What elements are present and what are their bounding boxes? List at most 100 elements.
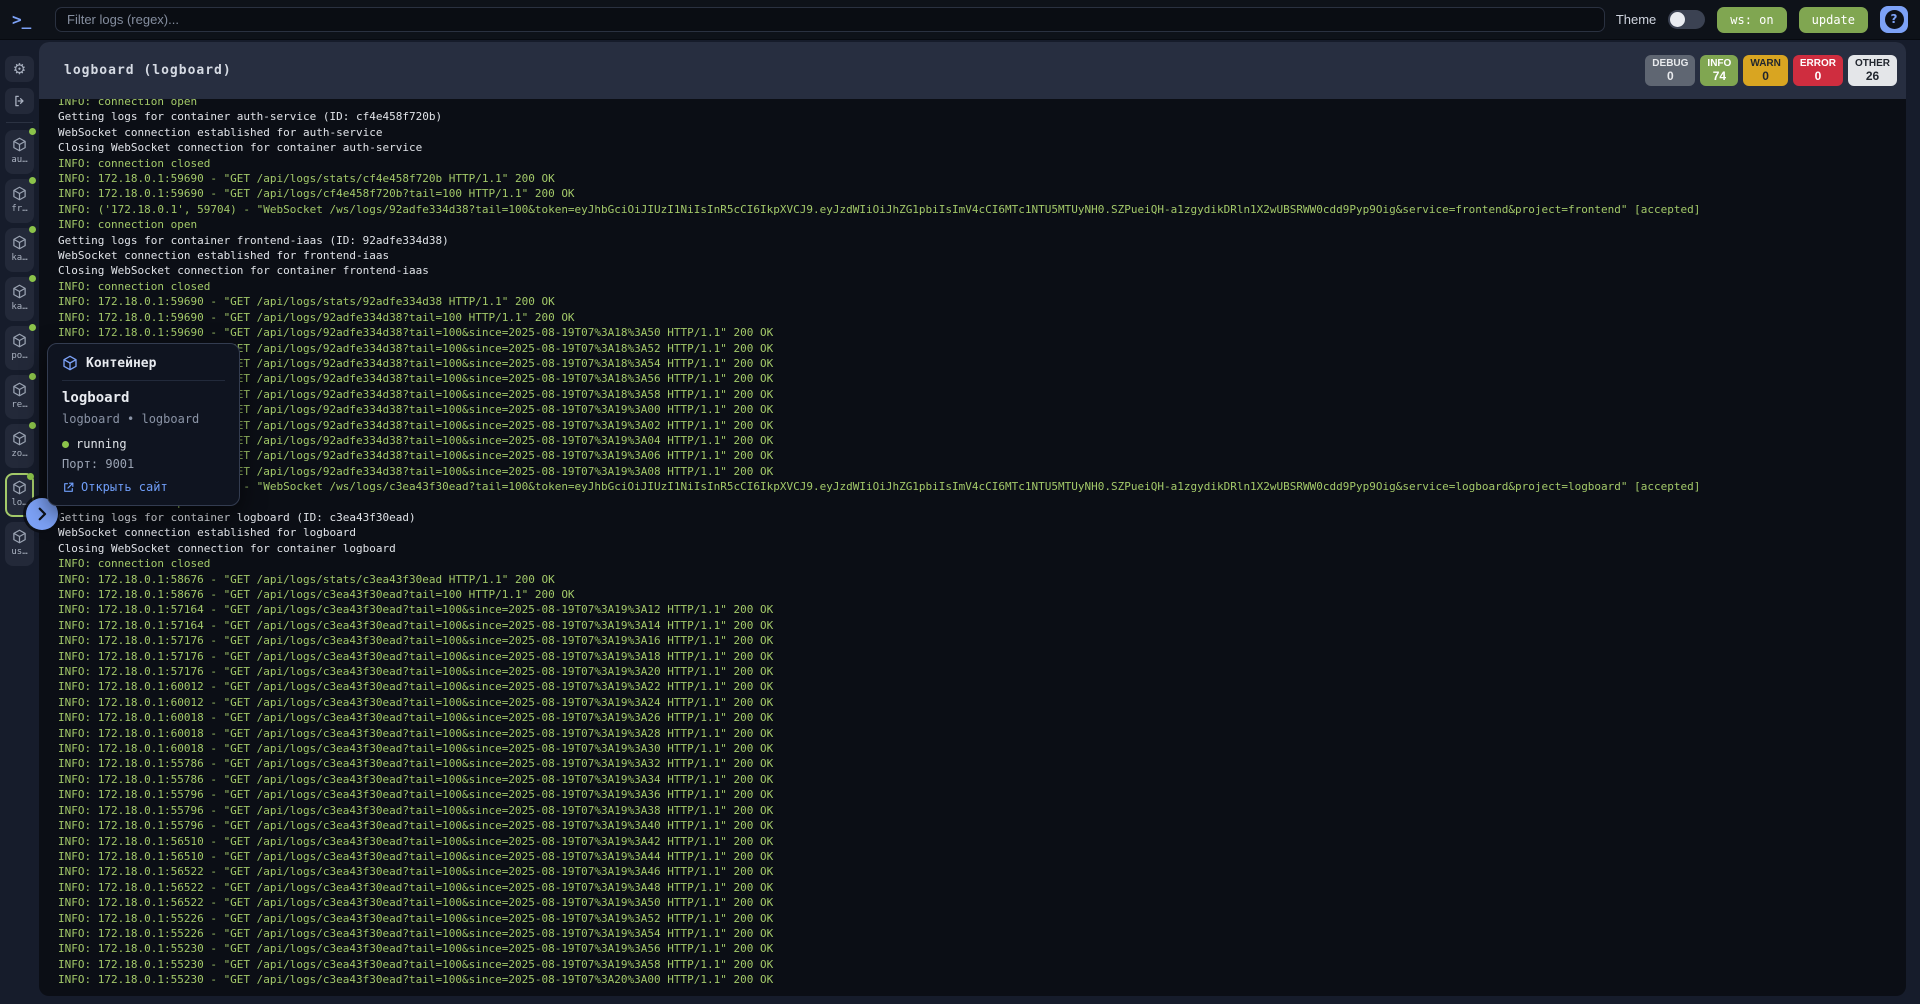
container-label: ka… xyxy=(11,253,27,263)
container-cube-icon xyxy=(12,284,27,299)
container-subtitle: logboard • logboard xyxy=(62,412,225,426)
badge-group: DEBUG 0 INFO 74 WARN 0 ERROR 0 OTHER 26 xyxy=(1645,55,1897,86)
badge-label: WARN xyxy=(1750,58,1781,69)
log-line: INFO: 172.18.0.1:55796 - "GET /api/logs/… xyxy=(58,818,1906,833)
log-area[interactable]: INFO: connection openGetting logs for co… xyxy=(39,99,1906,996)
logout-icon xyxy=(13,94,27,108)
level-badge[interactable]: WARN 0 xyxy=(1743,55,1788,86)
log-line: INFO: connection open xyxy=(58,99,1906,109)
badge-count: 0 xyxy=(1800,69,1836,83)
log-line: INFO: 172.18.0.1:55796 - "GET /api/logs/… xyxy=(58,803,1906,818)
log-line: INFO: 172.18.0.1:59690 - "GET /api/logs/… xyxy=(58,341,1906,356)
update-button[interactable]: update xyxy=(1799,7,1868,33)
log-line: INFO: connection open xyxy=(58,495,1906,510)
log-line: INFO: 172.18.0.1:59690 - "GET /api/logs/… xyxy=(58,171,1906,186)
running-status-dot xyxy=(29,324,36,331)
badge-label: DEBUG xyxy=(1652,58,1688,69)
log-line: WebSocket connection established for aut… xyxy=(58,125,1906,140)
sidebar-container-button[interactable]: po… xyxy=(5,326,34,370)
log-line: INFO: 172.18.0.1:55226 - "GET /api/logs/… xyxy=(58,926,1906,941)
container-label: fr… xyxy=(11,204,27,214)
log-line: INFO: 172.18.0.1:60018 - "GET /api/logs/… xyxy=(58,726,1906,741)
badge-label: OTHER xyxy=(1855,58,1890,69)
log-line: INFO: 172.18.0.1:59690 - "GET /api/logs/… xyxy=(58,464,1906,479)
sidebar-container-button[interactable]: ka… xyxy=(5,277,34,321)
chevron-right-icon xyxy=(33,505,51,523)
badge-count: 0 xyxy=(1652,69,1688,83)
container-cube-icon xyxy=(12,333,27,348)
log-line: INFO: ('172.18.0.1', 58682) - "WebSocket… xyxy=(58,479,1906,494)
running-status-dot xyxy=(62,441,69,448)
logout-button[interactable] xyxy=(5,88,34,114)
log-line: Getting logs for container auth-service … xyxy=(58,109,1906,124)
log-line: INFO: 172.18.0.1:58676 - "GET /api/logs/… xyxy=(58,587,1906,602)
log-line: INFO: 172.18.0.1:56510 - "GET /api/logs/… xyxy=(58,849,1906,864)
log-line: INFO: ('172.18.0.1', 59704) - "WebSocket… xyxy=(58,202,1906,217)
container-label: us… xyxy=(11,547,27,557)
log-line: INFO: 172.18.0.1:60012 - "GET /api/logs/… xyxy=(58,695,1906,710)
tooltip-header-label: Контейнер xyxy=(86,356,156,371)
theme-toggle[interactable] xyxy=(1668,10,1705,29)
log-line: INFO: 172.18.0.1:59690 - "GET /api/logs/… xyxy=(58,418,1906,433)
log-line: INFO: 172.18.0.1:55796 - "GET /api/logs/… xyxy=(58,787,1906,802)
container-tooltip: Контейнер logboard logboard • logboard r… xyxy=(47,343,240,506)
help-button[interactable]: ? xyxy=(1880,6,1908,33)
log-line: INFO: 172.18.0.1:59690 - "GET /api/logs/… xyxy=(58,310,1906,325)
log-line: INFO: 172.18.0.1:55786 - "GET /api/logs/… xyxy=(58,772,1906,787)
open-site-link[interactable]: Открыть сайт xyxy=(62,480,225,494)
log-line: INFO: 172.18.0.1:57176 - "GET /api/logs/… xyxy=(58,633,1906,648)
log-line: INFO: 172.18.0.1:56522 - "GET /api/logs/… xyxy=(58,864,1906,879)
log-line: INFO: 172.18.0.1:59690 - "GET /api/logs/… xyxy=(58,448,1906,463)
sidebar-container-button[interactable]: re… xyxy=(5,375,34,419)
log-line: INFO: 172.18.0.1:56510 - "GET /api/logs/… xyxy=(58,834,1906,849)
ws-toggle-button[interactable]: ws: on xyxy=(1717,7,1786,33)
container-name: logboard xyxy=(62,390,225,406)
container-cube-icon xyxy=(12,137,27,152)
tooltip-header: Контейнер xyxy=(62,355,225,381)
log-panel-header: logboard (logboard) DEBUG 0 INFO 74 WARN… xyxy=(39,42,1906,99)
sidebar-divider xyxy=(6,122,33,123)
level-badge[interactable]: OTHER 26 xyxy=(1848,55,1897,86)
container-label: zo… xyxy=(11,449,27,459)
sidebar-container-button[interactable]: us… xyxy=(5,522,34,566)
log-line: INFO: 172.18.0.1:59690 - "GET /api/logs/… xyxy=(58,371,1906,386)
level-badge[interactable]: DEBUG 0 xyxy=(1645,55,1695,86)
log-line: INFO: 172.18.0.1:57176 - "GET /api/logs/… xyxy=(58,664,1906,679)
sidebar-container-button[interactable]: zo… xyxy=(5,424,34,468)
log-line: INFO: 172.18.0.1:59690 - "GET /api/logs/… xyxy=(58,356,1906,371)
container-cube-icon xyxy=(12,529,27,544)
log-line: Closing WebSocket connection for contain… xyxy=(58,263,1906,278)
log-line: INFO: 172.18.0.1:59690 - "GET /api/logs/… xyxy=(58,325,1906,340)
log-line: INFO: connection closed xyxy=(58,556,1906,571)
level-badge[interactable]: ERROR 0 xyxy=(1793,55,1843,86)
badge-label: INFO xyxy=(1707,58,1731,69)
log-line: INFO: 172.18.0.1:57176 - "GET /api/logs/… xyxy=(58,649,1906,664)
log-line: INFO: 172.18.0.1:55230 - "GET /api/logs/… xyxy=(58,957,1906,972)
open-site-label: Открыть сайт xyxy=(81,480,168,494)
container-cube-icon xyxy=(62,355,78,371)
filter-input[interactable] xyxy=(55,7,1605,32)
terminal-icon: >_ xyxy=(12,10,40,29)
log-line: INFO: 172.18.0.1:60018 - "GET /api/logs/… xyxy=(58,741,1906,756)
workspace: ⚙ au… fr… xyxy=(0,40,1920,1004)
log-line: INFO: 172.18.0.1:55786 - "GET /api/logs/… xyxy=(58,756,1906,771)
settings-button[interactable]: ⚙ xyxy=(5,56,34,82)
sidebar-container-button[interactable]: au… xyxy=(5,130,34,174)
log-line: Closing WebSocket connection for contain… xyxy=(58,541,1906,556)
running-status-dot xyxy=(29,373,36,380)
log-line: Getting logs for container logboard (ID:… xyxy=(58,510,1906,525)
topbar-actions: Theme ws: on update ? xyxy=(1616,6,1908,33)
question-icon: ? xyxy=(1885,10,1904,29)
log-line: INFO: 172.18.0.1:58676 - "GET /api/logs/… xyxy=(58,572,1906,587)
container-status: running xyxy=(62,437,225,451)
log-line: WebSocket connection established for log… xyxy=(58,525,1906,540)
gear-icon: ⚙ xyxy=(13,60,26,78)
container-cube-icon xyxy=(12,431,27,446)
log-line: INFO: 172.18.0.1:59690 - "GET /api/logs/… xyxy=(58,402,1906,417)
level-badge[interactable]: INFO 74 xyxy=(1700,55,1738,86)
log-line: INFO: 172.18.0.1:59690 - "GET /api/logs/… xyxy=(58,387,1906,402)
log-line: INFO: 172.18.0.1:57164 - "GET /api/logs/… xyxy=(58,618,1906,633)
sidebar-container-button[interactable]: fr… xyxy=(5,179,34,223)
log-line: INFO: 172.18.0.1:57164 - "GET /api/logs/… xyxy=(58,602,1906,617)
sidebar-container-button[interactable]: ka… xyxy=(5,228,34,272)
